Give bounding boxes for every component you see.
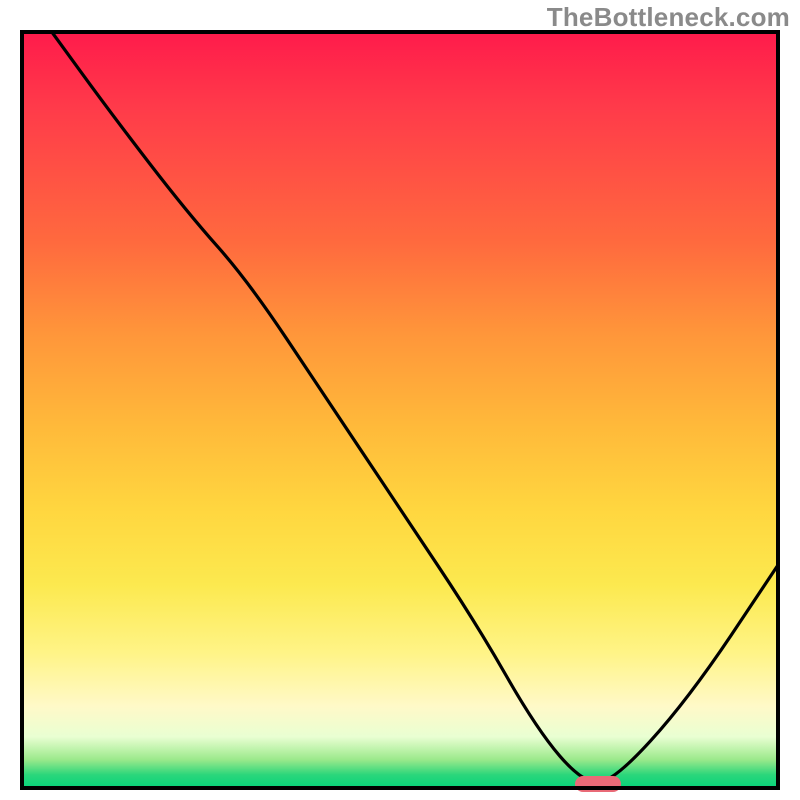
plot-area bbox=[20, 30, 780, 790]
watermark-text: TheBottleneck.com bbox=[547, 2, 790, 33]
chart-frame: TheBottleneck.com bbox=[0, 0, 800, 800]
bottleneck-curve bbox=[20, 30, 780, 790]
optimal-range-marker bbox=[575, 776, 621, 792]
curve-path bbox=[50, 30, 780, 782]
